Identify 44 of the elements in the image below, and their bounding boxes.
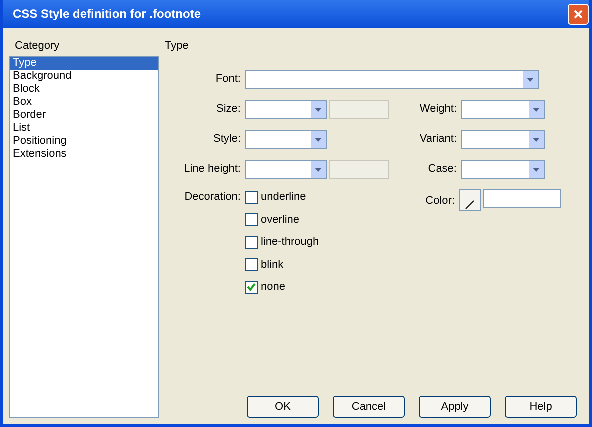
field-label: Weight: <box>418 102 458 118</box>
field-label: Size: <box>216 102 242 118</box>
field-label: Case: <box>427 162 458 178</box>
panel-title: Type <box>165 39 190 54</box>
category-item[interactable]: Border <box>10 109 158 122</box>
window-title: CSS Style definition for .footnote <box>13 6 201 23</box>
category-item[interactable]: Box <box>10 96 158 109</box>
dropdown-field[interactable] <box>245 70 539 89</box>
field-label: Font: <box>214 72 242 88</box>
category-item[interactable]: Background <box>10 70 158 83</box>
dropdown-field[interactable] <box>245 100 327 119</box>
dialog-button[interactable]: Apply <box>419 396 491 418</box>
dropdown-field[interactable] <box>245 130 327 149</box>
color-picker-icon[interactable] <box>459 189 481 211</box>
close-icon[interactable] <box>568 4 589 24</box>
checkbox[interactable] <box>245 280 258 294</box>
category-label: Category <box>14 39 61 54</box>
category-item[interactable]: Extensions <box>10 148 158 161</box>
field-label: Decoration: <box>184 190 242 205</box>
field-label: Color: <box>424 194 456 209</box>
checkbox-label: none <box>261 280 286 295</box>
field-label: Style: <box>212 132 242 148</box>
field-label: Line height: <box>183 162 242 178</box>
dropdown-field[interactable] <box>461 100 545 119</box>
checkbox[interactable] <box>245 236 258 249</box>
dialog-button[interactable]: Help <box>505 396 577 418</box>
dialog-button[interactable]: OK <box>247 396 319 418</box>
checkbox[interactable] <box>245 190 258 204</box>
dialog-button[interactable]: Cancel <box>333 396 405 418</box>
dropdown-field[interactable] <box>245 160 327 179</box>
field-label: Variant: <box>418 132 458 148</box>
category-item[interactable]: Positioning <box>10 135 158 148</box>
checkbox-label: blink <box>261 258 284 272</box>
category-item[interactable]: List <box>10 122 158 135</box>
checkbox-label: underline <box>261 190 306 205</box>
checkbox-label: overline <box>261 212 300 228</box>
dropdown-field[interactable] <box>461 130 545 149</box>
category-item[interactable]: Block <box>10 83 158 96</box>
dropdown-field[interactable] <box>461 160 545 179</box>
category-item[interactable]: Type <box>10 57 158 70</box>
checkbox[interactable] <box>245 258 258 272</box>
color-field[interactable] <box>483 189 561 208</box>
checkbox[interactable] <box>245 213 258 226</box>
checkbox-label: line-through <box>261 235 320 250</box>
